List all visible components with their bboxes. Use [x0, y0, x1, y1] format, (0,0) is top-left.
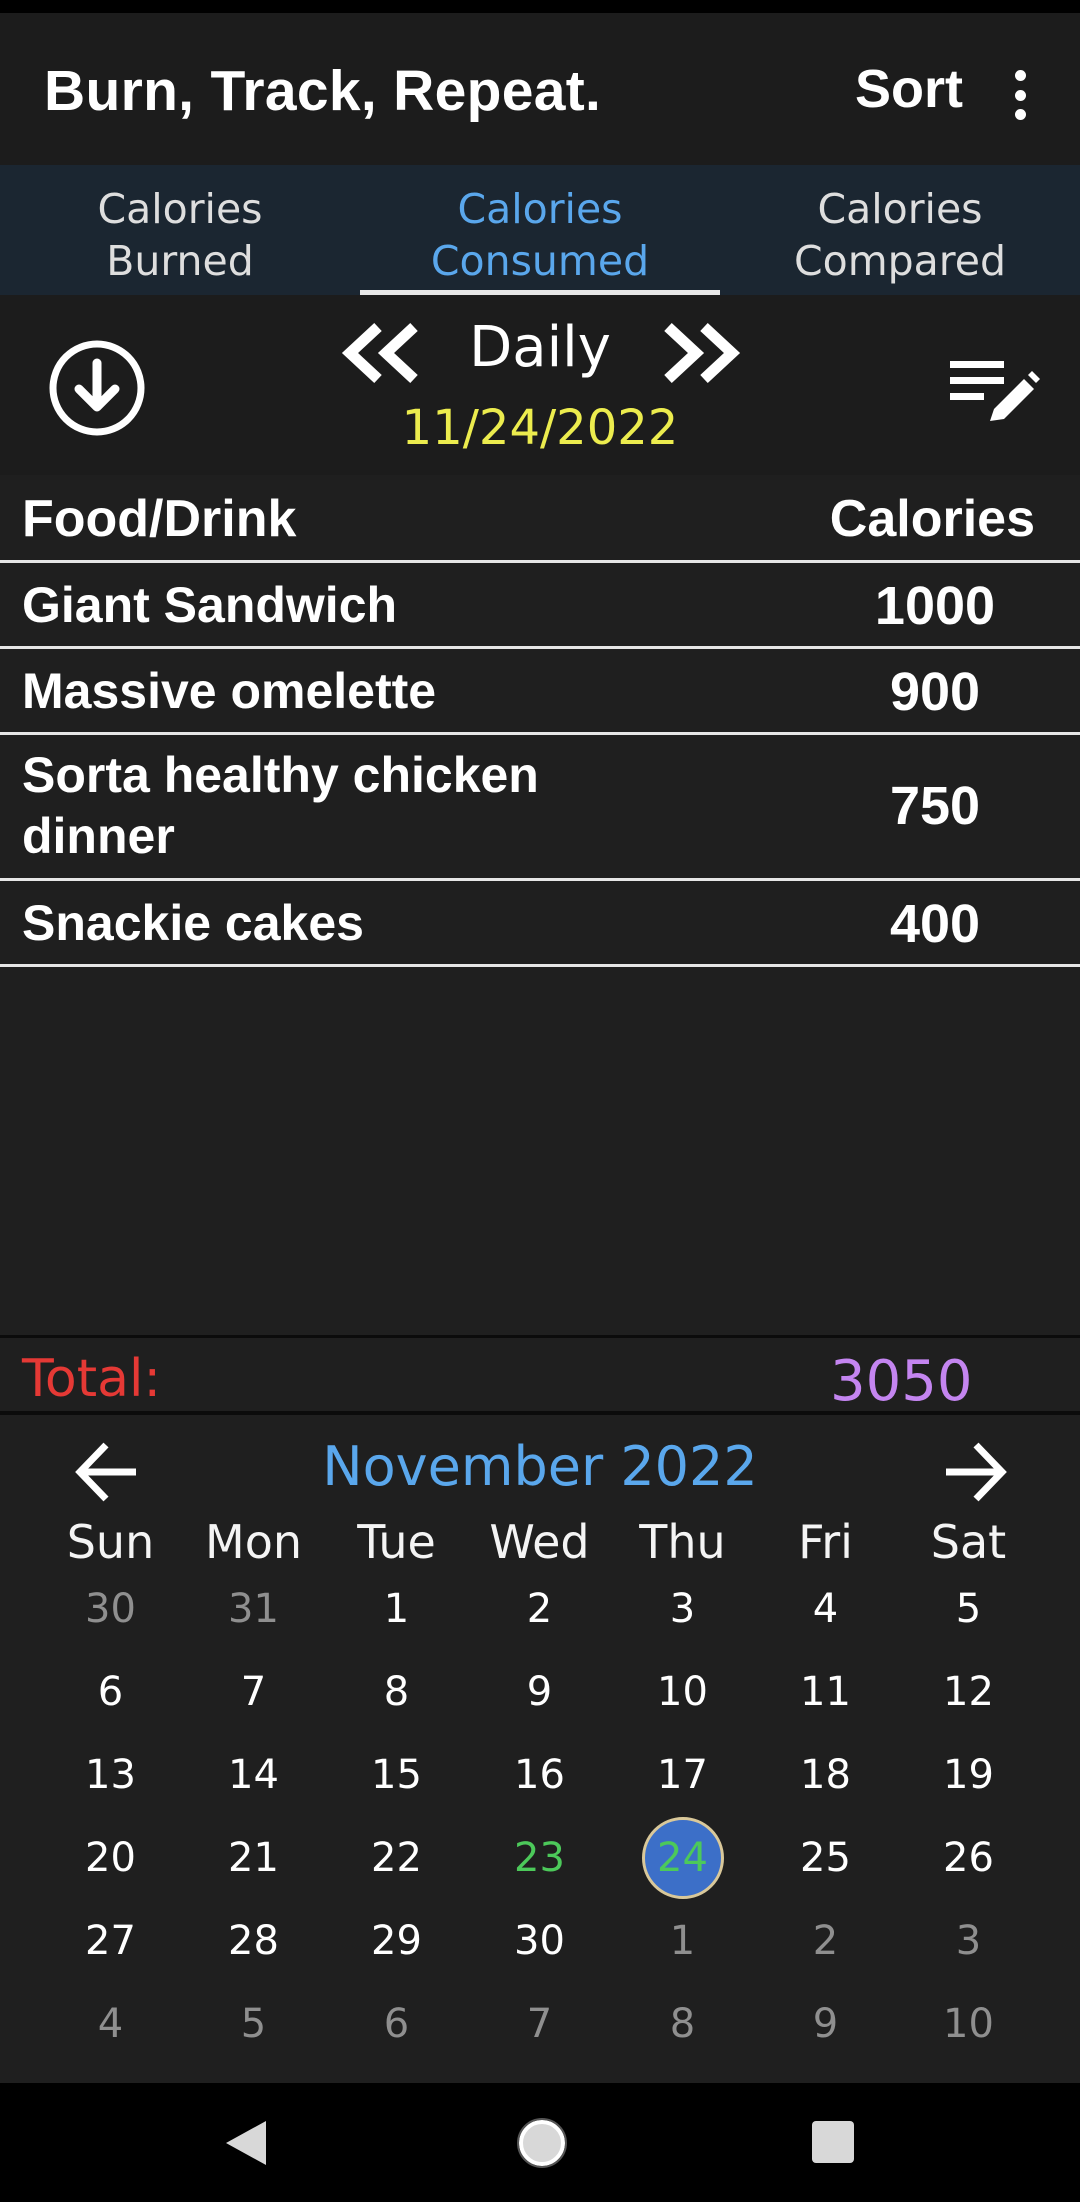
calendar-day[interactable]: 18: [754, 1734, 897, 1817]
food-calories: 900: [889, 662, 981, 722]
food-name: Massive omelette: [22, 663, 437, 719]
weekday-label: Wed: [489, 1515, 590, 1569]
calendar-day[interactable]: 25: [754, 1817, 897, 1900]
calendar-day[interactable]: 8: [325, 1651, 468, 1734]
calendar-day[interactable]: 30: [39, 1568, 182, 1651]
calendar-day[interactable]: 1: [611, 1900, 754, 1983]
nav-recents-icon[interactable]: [812, 2121, 854, 2163]
system-nav-bar: [0, 2083, 1080, 2202]
weekday-label: Sat: [930, 1515, 1007, 1569]
calendar-day[interactable]: 5: [182, 1983, 325, 2066]
calendar-day[interactable]: 15: [325, 1734, 468, 1817]
table-row[interactable]: Massive omelette 900: [0, 649, 1080, 735]
calendar-day[interactable]: 24: [611, 1817, 754, 1900]
tab-label-line1: Calories: [817, 185, 983, 233]
food-name: Sorta healthy chicken dinner: [22, 747, 539, 864]
calendar-day[interactable]: 6: [39, 1651, 182, 1734]
calendar-day[interactable]: 6: [325, 1983, 468, 2066]
calendar-day[interactable]: 4: [754, 1568, 897, 1651]
calendar-day[interactable]: 26: [897, 1817, 1040, 1900]
status-bar: [0, 0, 1080, 13]
calendar-day[interactable]: 7: [182, 1651, 325, 1734]
calendar-day[interactable]: 22: [325, 1817, 468, 1900]
calendar-day[interactable]: 10: [611, 1651, 754, 1734]
tab-calories-consumed[interactable]: Calories Consumed: [360, 183, 720, 287]
calendar-day[interactable]: 3: [897, 1900, 1040, 1983]
tab-bar: Calories Burned Calories Consumed Calori…: [0, 165, 1080, 295]
calendar-day[interactable]: 4: [39, 1983, 182, 2066]
weekday-label: Sun: [66, 1515, 155, 1569]
arrow-right-icon[interactable]: [940, 1439, 1010, 1505]
calendar: November 2022 Sun Mon Tue Wed Thu Fri Sa…: [0, 1415, 1080, 2083]
weekday-label: Mon: [205, 1515, 302, 1569]
app-bar: Burn, Track, Repeat. Sort: [0, 13, 1080, 165]
sort-button[interactable]: Sort: [855, 58, 963, 120]
calendar-day[interactable]: 31: [182, 1568, 325, 1651]
tab-label-line2: Burned: [106, 237, 254, 285]
calendar-day[interactable]: 23: [468, 1817, 611, 1900]
calendar-month-label: November 2022: [322, 1435, 758, 1498]
calendar-day[interactable]: 14: [182, 1734, 325, 1817]
calendar-day[interactable]: 17: [611, 1734, 754, 1817]
calendar-day[interactable]: 2: [468, 1568, 611, 1651]
food-calories: 750: [889, 776, 981, 836]
total-bar: Total: 3050: [0, 1335, 1080, 1415]
double-chevron-right-icon[interactable]: [656, 321, 746, 385]
calendar-day[interactable]: 11: [754, 1651, 897, 1734]
calendar-day[interactable]: 28: [182, 1900, 325, 1983]
calendar-day[interactable]: 8: [611, 1983, 754, 2066]
nav-home-icon[interactable]: [516, 2117, 568, 2169]
app-title: Burn, Track, Repeat.: [44, 59, 602, 123]
more-vert-icon[interactable]: [1000, 65, 1040, 125]
weekday-label: Thu: [639, 1515, 726, 1569]
calendar-day[interactable]: 20: [39, 1817, 182, 1900]
calendar-day[interactable]: 13: [39, 1734, 182, 1817]
food-calories: 1000: [874, 576, 996, 636]
total-value: 3050: [830, 1349, 973, 1414]
calendar-day[interactable]: 9: [754, 1983, 897, 2066]
period-label: Daily: [469, 315, 611, 380]
calendar-day[interactable]: 9: [468, 1651, 611, 1734]
download-circle-icon[interactable]: [46, 337, 148, 439]
tab-calories-compared[interactable]: Calories Compared: [720, 183, 1080, 287]
total-label: Total:: [22, 1349, 161, 1409]
food-calories: 400: [889, 894, 981, 954]
calendar-day[interactable]: 3: [611, 1568, 754, 1651]
edit-list-icon[interactable]: [944, 355, 1040, 435]
column-header-food: Food/Drink: [22, 490, 297, 548]
calendar-day[interactable]: 27: [39, 1900, 182, 1983]
period-controls: Daily 11/24/2022: [0, 295, 1080, 475]
nav-back-icon[interactable]: [222, 2117, 270, 2169]
table-row[interactable]: Giant Sandwich 1000: [0, 563, 1080, 649]
selected-date: 11/24/2022: [401, 400, 679, 456]
calendar-day[interactable]: 29: [325, 1900, 468, 1983]
table-header: Food/Drink Calories: [0, 475, 1080, 563]
calendar-day[interactable]: 7: [468, 1983, 611, 2066]
calendar-day[interactable]: 12: [897, 1651, 1040, 1734]
table-row[interactable]: Sorta healthy chicken dinner 750: [0, 735, 1080, 881]
food-name: Giant Sandwich: [22, 577, 398, 633]
calendar-day[interactable]: 21: [182, 1817, 325, 1900]
weekday-label: Tue: [357, 1515, 436, 1569]
double-chevron-left-icon[interactable]: [336, 321, 426, 385]
weekday-label: Fri: [798, 1515, 853, 1569]
selected-day-marker: 24: [641, 1817, 724, 1899]
food-table: Food/Drink Calories Giant Sandwich 1000 …: [0, 475, 1080, 967]
tab-label-line2: Consumed: [430, 237, 650, 285]
arrow-left-icon[interactable]: [72, 1439, 142, 1505]
calendar-day[interactable]: 30: [468, 1900, 611, 1983]
column-header-calories: Calories: [829, 490, 1035, 548]
calendar-day[interactable]: 19: [897, 1734, 1040, 1817]
calendar-day[interactable]: 5: [897, 1568, 1040, 1651]
table-row[interactable]: Snackie cakes 400: [0, 881, 1080, 967]
tab-label-line1: Calories: [457, 185, 623, 233]
tab-calories-burned[interactable]: Calories Burned: [0, 183, 360, 287]
tab-label-line2: Compared: [793, 237, 1006, 285]
tab-label-line1: Calories: [97, 185, 263, 233]
food-name: Snackie cakes: [22, 895, 364, 951]
calendar-day[interactable]: 16: [468, 1734, 611, 1817]
calendar-day[interactable]: 10: [897, 1983, 1040, 2066]
calendar-day[interactable]: 1: [325, 1568, 468, 1651]
calendar-day[interactable]: 2: [754, 1900, 897, 1983]
